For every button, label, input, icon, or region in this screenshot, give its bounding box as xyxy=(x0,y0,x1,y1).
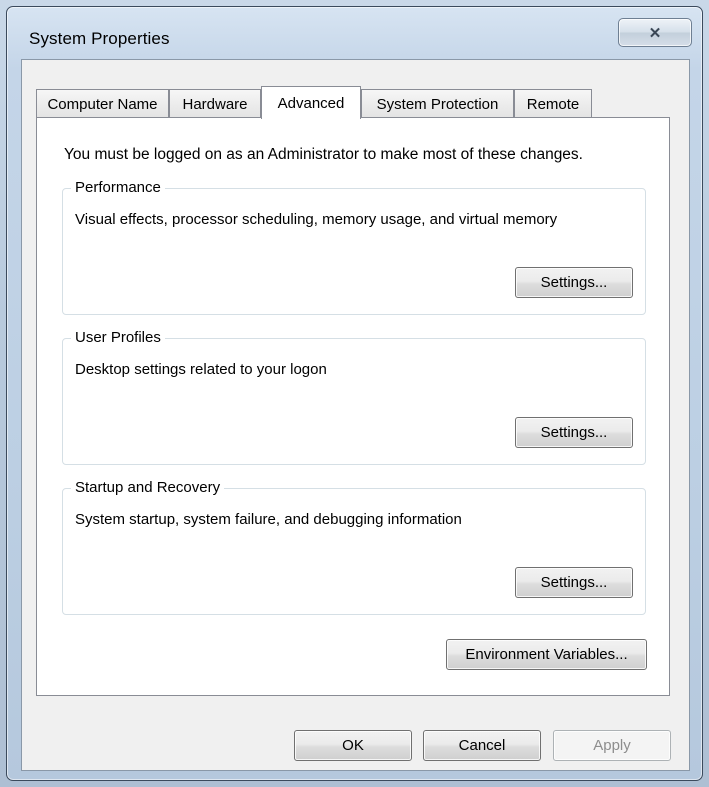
user-profiles-description: Desktop settings related to your logon xyxy=(75,361,327,378)
startup-recovery-label: Startup and Recovery xyxy=(71,479,225,496)
tab-label: Hardware xyxy=(182,95,248,113)
ok-button[interactable]: OK xyxy=(294,730,412,761)
admin-notice: You must be logged on as an Administrato… xyxy=(64,146,583,163)
tab-hardware[interactable]: Hardware xyxy=(169,89,261,118)
tab-advanced[interactable]: Advanced xyxy=(261,86,361,119)
close-button[interactable]: ✕ xyxy=(618,18,692,47)
tab-system-protection[interactable]: System Protection xyxy=(361,89,514,118)
performance-settings-button[interactable]: Settings... xyxy=(515,267,633,298)
user-profiles-group: User Profiles Desktop settings related t… xyxy=(62,329,646,465)
system-properties-window: System Properties ✕ Computer Name Hardwa… xyxy=(6,6,703,781)
tab-label: System Protection xyxy=(376,95,499,113)
title-bar[interactable]: System Properties ✕ xyxy=(7,7,702,53)
performance-group: Performance Visual effects, processor sc… xyxy=(62,179,646,315)
advanced-tab-panel: You must be logged on as an Administrato… xyxy=(36,117,670,696)
tab-computer-name[interactable]: Computer Name xyxy=(36,89,169,118)
tab-label: Remote xyxy=(526,95,580,113)
tab-label: Computer Name xyxy=(47,95,158,113)
close-icon: ✕ xyxy=(648,24,662,42)
user-profiles-label: User Profiles xyxy=(71,329,165,346)
cancel-button[interactable]: Cancel xyxy=(423,730,541,761)
performance-label: Performance xyxy=(71,179,165,196)
startup-recovery-description: System startup, system failure, and debu… xyxy=(75,511,462,528)
startup-recovery-settings-button[interactable]: Settings... xyxy=(515,567,633,598)
apply-button[interactable]: Apply xyxy=(553,730,671,761)
environment-variables-button[interactable]: Environment Variables... xyxy=(446,639,647,670)
window-title: System Properties xyxy=(29,29,170,48)
performance-description: Visual effects, processor scheduling, me… xyxy=(75,211,558,228)
user-profiles-settings-button[interactable]: Settings... xyxy=(515,417,633,448)
startup-recovery-group: Startup and Recovery System startup, sys… xyxy=(62,479,646,615)
tab-remote[interactable]: Remote xyxy=(514,89,592,118)
dialog-client-area: Computer Name Hardware Advanced System P… xyxy=(21,59,690,771)
tab-label: Advanced xyxy=(277,94,345,112)
